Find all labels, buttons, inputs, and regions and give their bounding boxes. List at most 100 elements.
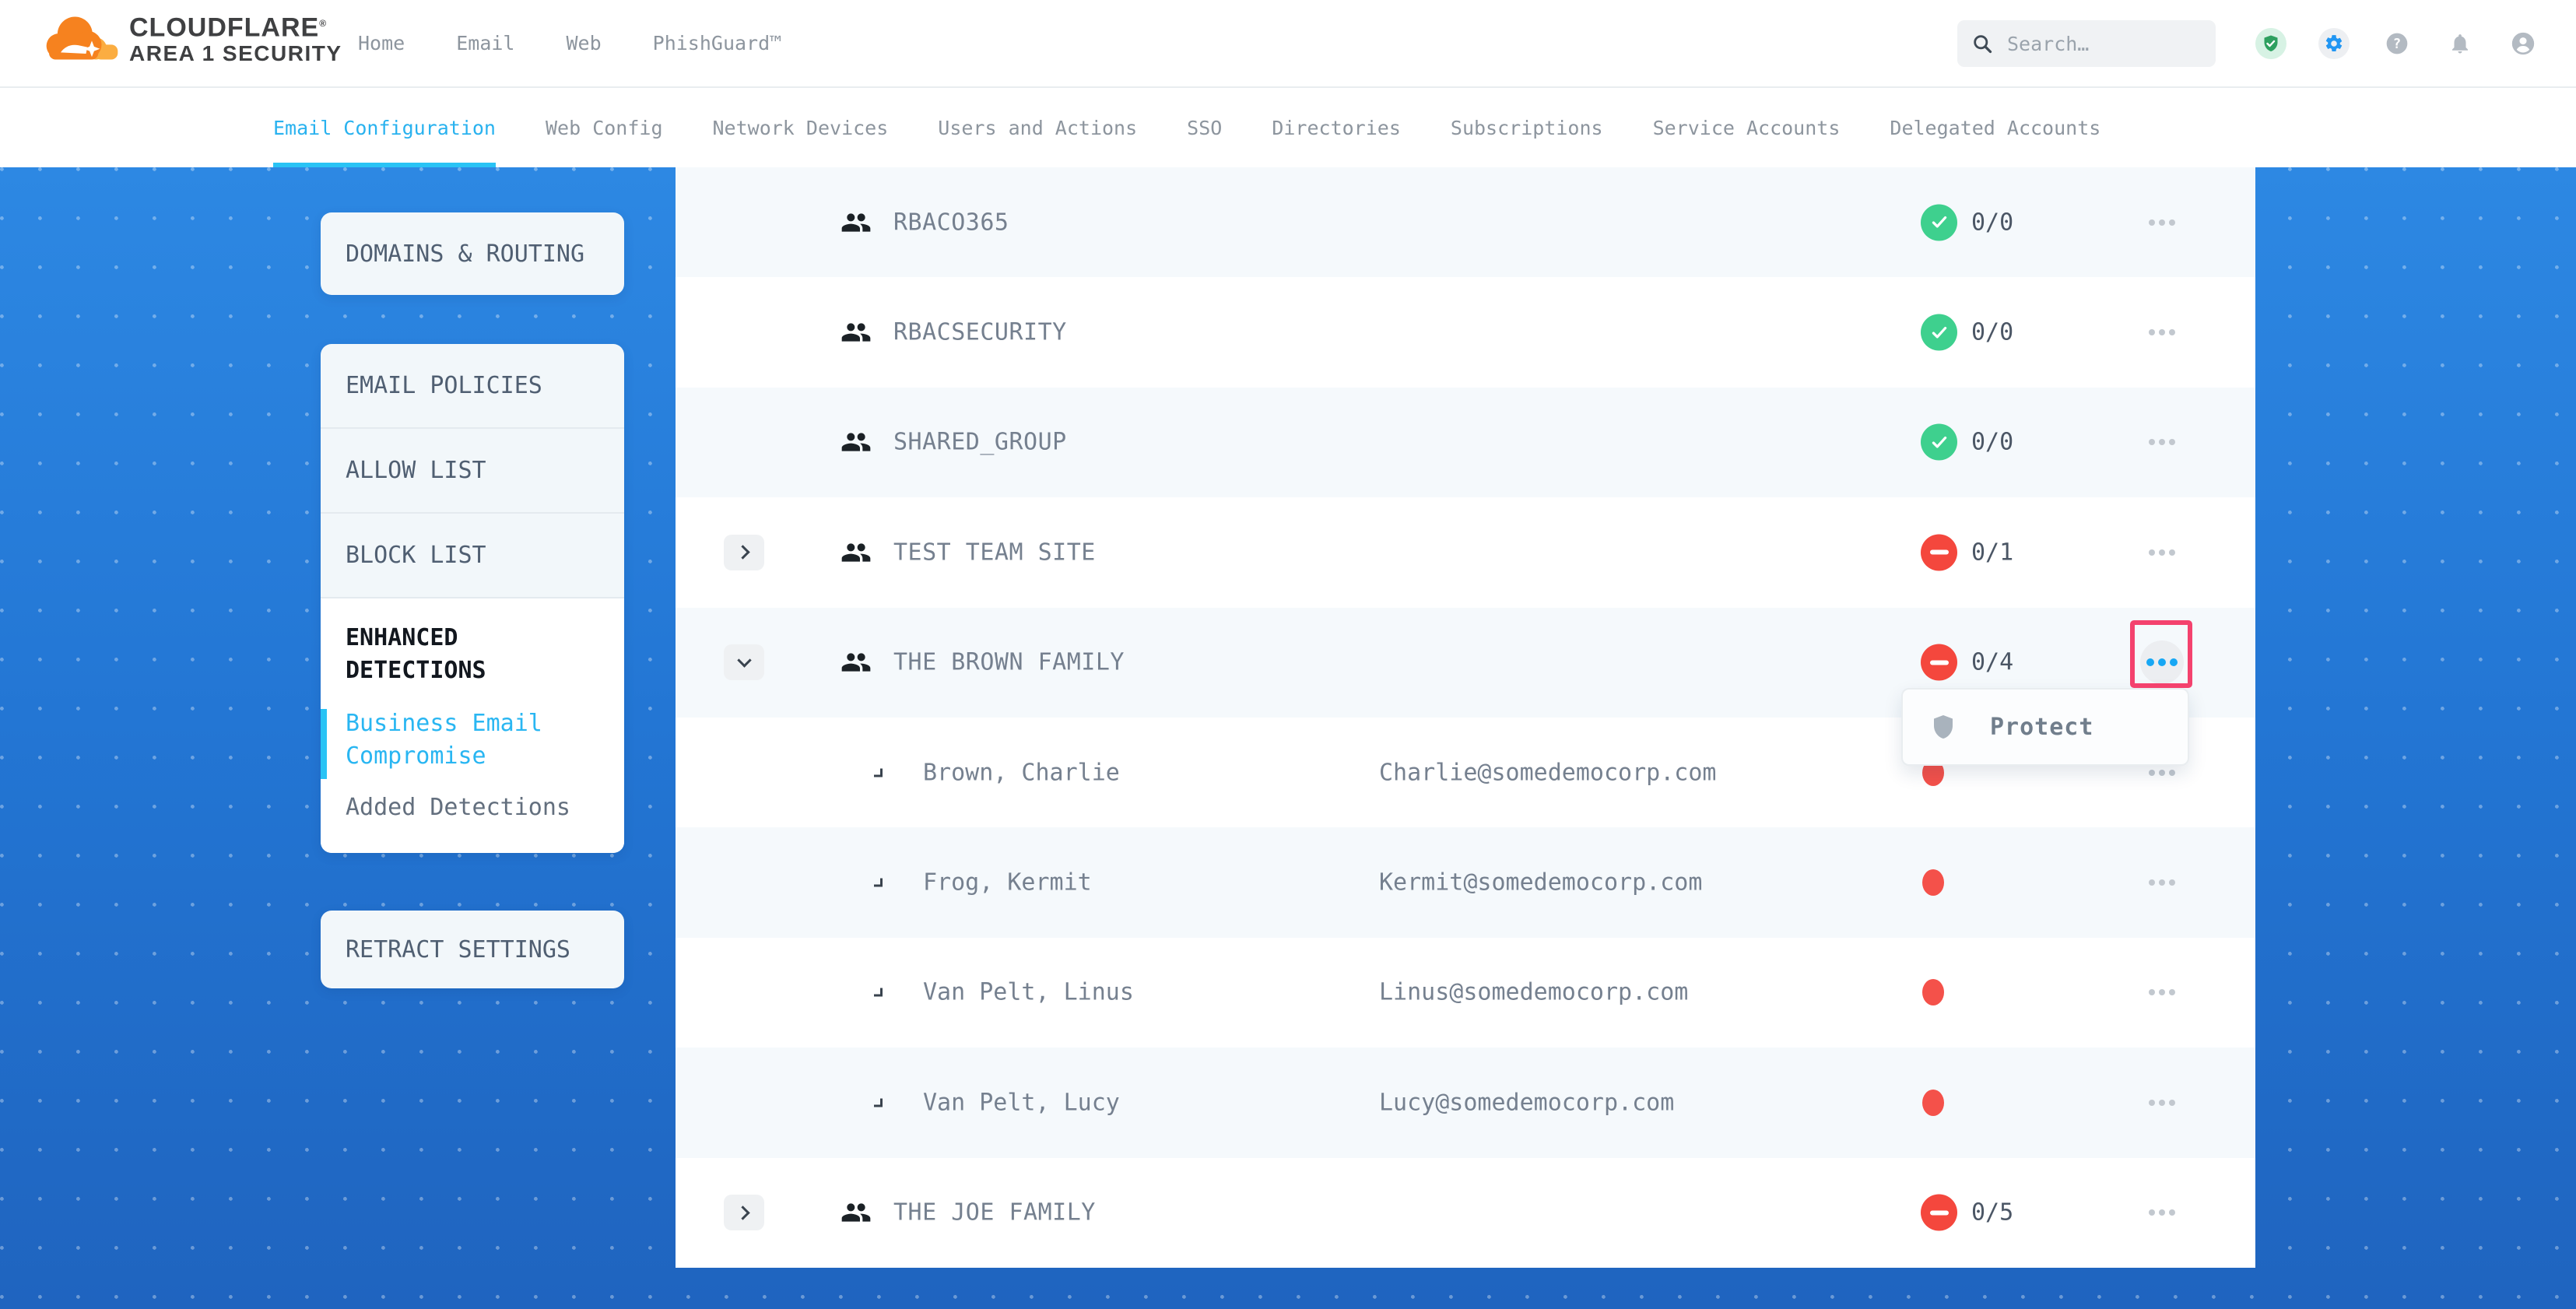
table-row-group: RBACO365 0/0: [676, 167, 2255, 277]
table-row-user: Van Pelt, Linus Linus@somedemocorp.com: [676, 938, 2255, 1048]
tab-network-devices[interactable]: Network Devices: [713, 88, 889, 167]
group-name: THE BROWN FAMILY: [893, 649, 1125, 676]
group-icon: [841, 317, 872, 348]
sidebar-item-enhanced-detections[interactable]: ENHANCED DETECTIONS: [346, 622, 548, 687]
group-icon: [841, 207, 872, 238]
header-icons: ?: [2255, 0, 2539, 86]
bell-icon[interactable]: [2444, 28, 2476, 59]
group-name: SHARED_GROUP: [893, 429, 1067, 456]
gear-icon[interactable]: [2318, 28, 2350, 59]
sidebar-item-retract-settings[interactable]: RETRACT SETTINGS: [321, 911, 624, 988]
sidebar-item-added-detections[interactable]: Added Detections: [346, 791, 624, 824]
tab-users-and-actions[interactable]: Users and Actions: [938, 88, 1137, 167]
active-indicator-bar: [321, 709, 327, 779]
nav-email[interactable]: Email: [456, 32, 514, 54]
group-name: RBACSECURITY: [893, 319, 1067, 346]
table-row-group: THE JOE FAMILY 0/5: [676, 1158, 2255, 1268]
group-name: RBACO365: [893, 209, 1009, 236]
tab-sso[interactable]: SSO: [1187, 88, 1222, 167]
svg-text:?: ?: [2393, 37, 2401, 52]
protection-count: 0/4: [1971, 649, 2013, 676]
search-icon: [1971, 33, 1993, 54]
protection-count: 0/0: [1971, 429, 2013, 456]
sidebar-item-domains-routing[interactable]: DOMAINS & ROUTING: [321, 212, 624, 295]
tab-delegated-accounts[interactable]: Delegated Accounts: [1890, 88, 2100, 167]
chevron-right-icon: [735, 1205, 749, 1220]
row-menu-button[interactable]: [2149, 879, 2175, 886]
menu-item-protect[interactable]: Protect: [1903, 690, 2188, 764]
collapse-button[interactable]: [724, 644, 764, 680]
user-email: Kermit@somedemocorp.com: [1379, 869, 1702, 897]
table-row-group: SHARED_GROUP 0/0: [676, 388, 2255, 497]
cloudflare-cloud-icon: [45, 12, 123, 65]
search-input[interactable]: [2006, 32, 2192, 56]
user-name: Van Pelt, Linus: [923, 979, 1134, 1006]
nav-home[interactable]: Home: [358, 32, 405, 54]
row-menu-button[interactable]: [2149, 439, 2175, 445]
table-row-group: TEST TEAM SITE 0/1: [676, 497, 2255, 607]
status-blocked-icon: [1921, 644, 1957, 681]
chevron-right-icon: [874, 768, 883, 777]
protection-count: 0/0: [1971, 209, 2013, 236]
table-row-user: Van Pelt, Lucy Lucy@somedemocorp.com: [676, 1048, 2255, 1157]
row-menu-button[interactable]: [2149, 549, 2175, 556]
table-row-group: RBACSECURITY 0/0: [676, 277, 2255, 387]
tab-subscriptions[interactable]: Subscriptions: [1451, 88, 1603, 167]
search-box[interactable]: [1957, 20, 2216, 67]
row-menu-button[interactable]: [2149, 770, 2175, 776]
sidebar-item-allow-list[interactable]: ALLOW LIST: [321, 429, 624, 514]
tab-web-config[interactable]: Web Config: [546, 88, 663, 167]
help-icon[interactable]: ?: [2381, 28, 2413, 59]
group-icon: [841, 647, 872, 678]
nav-web[interactable]: Web: [566, 32, 601, 54]
chevron-right-icon: [874, 879, 883, 887]
chevron-right-icon: [874, 1098, 883, 1107]
group-icon: [841, 537, 872, 568]
user-name: Brown, Charlie: [923, 759, 1120, 786]
status-ok-icon: [1921, 424, 1957, 461]
registered-mark: ®: [319, 18, 327, 29]
row-menu-button[interactable]: [2149, 219, 2175, 226]
group-icon: [841, 426, 872, 458]
status-blocked-dot: [1922, 979, 1944, 1005]
sidebar-item-block-list[interactable]: BLOCK LIST: [321, 514, 624, 598]
shield-icon: [1929, 713, 1957, 741]
user-email: Lucy@somedemocorp.com: [1379, 1089, 1674, 1116]
sidebar-item-email-policies[interactable]: EMAIL POLICIES: [321, 344, 624, 429]
status-blocked-dot: [1922, 1090, 1944, 1116]
status-ok-icon: [1921, 204, 1957, 240]
chevron-right-icon: [874, 988, 883, 997]
row-menu-button[interactable]: [2149, 989, 2175, 995]
shield-check-icon[interactable]: [2255, 28, 2286, 59]
tab-service-accounts[interactable]: Service Accounts: [1653, 88, 1841, 167]
status-blocked-icon: [1921, 1195, 1957, 1231]
protection-count: 0/5: [1971, 1199, 2013, 1227]
nav-phishguard[interactable]: PhishGuard™: [653, 32, 782, 54]
app-header: CLOUDFLARE® AREA 1 SECURITY Home Email W…: [0, 0, 2576, 88]
chevron-down-icon: [737, 654, 751, 668]
user-avatar-icon[interactable]: [2508, 28, 2539, 59]
table-row-user: Frog, Kermit Kermit@somedemocorp.com: [676, 827, 2255, 937]
protection-count: 0/0: [1971, 319, 2013, 346]
top-navigation: Home Email Web PhishGuard™: [358, 0, 781, 86]
sidebar-section-enhanced-detections: ENHANCED DETECTIONS Business Email Compr…: [321, 598, 624, 853]
user-name: Frog, Kermit: [923, 869, 1092, 897]
row-menu-button[interactable]: [2149, 329, 2175, 335]
annotation-highlight: [2130, 620, 2192, 688]
cloudflare-logo: CLOUDFLARE® AREA 1 SECURITY: [45, 9, 342, 66]
status-ok-icon: [1921, 314, 1957, 351]
user-name: Van Pelt, Lucy: [923, 1089, 1120, 1116]
row-menu-button[interactable]: [2149, 1100, 2175, 1106]
tab-directories[interactable]: Directories: [1272, 88, 1401, 167]
status-blocked-dot: [1922, 869, 1944, 896]
row-menu-button[interactable]: [2149, 1209, 2175, 1216]
expand-button[interactable]: [724, 535, 764, 570]
tab-email-configuration[interactable]: Email Configuration: [273, 88, 496, 167]
menu-item-label: Protect: [1990, 714, 2093, 741]
expand-button[interactable]: [724, 1195, 764, 1230]
status-blocked-icon: [1921, 534, 1957, 570]
sidebar-item-business-email-compromise[interactable]: Business Email Compromise: [346, 707, 556, 773]
group-icon: [841, 1197, 872, 1228]
sidebar-policies-card: EMAIL POLICIES ALLOW LIST BLOCK LIST ENH…: [321, 344, 624, 853]
section-tabs: Email Configuration Web Config Network D…: [0, 88, 2576, 167]
